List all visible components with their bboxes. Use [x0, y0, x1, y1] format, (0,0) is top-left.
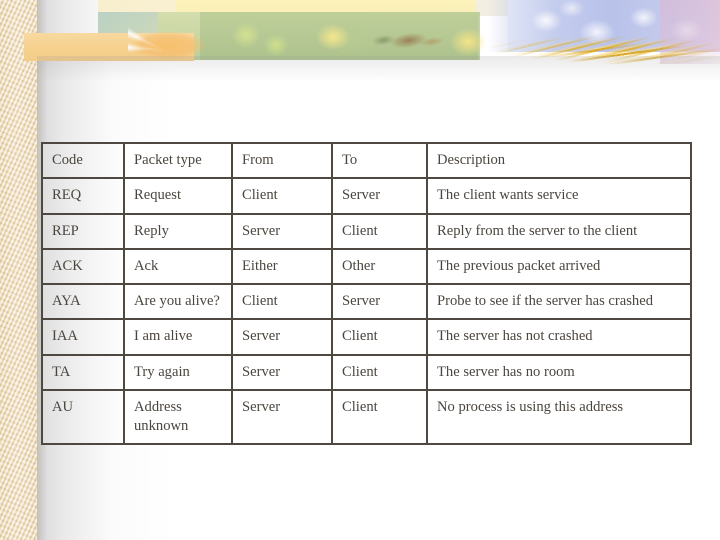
table-row: REQ Request Client Server The client wan… — [41, 177, 692, 215]
table-row: TA Try again Server Client The server ha… — [41, 353, 692, 391]
cell-from: Server — [231, 388, 333, 446]
header-cell-packet-type: Packet type — [123, 141, 233, 180]
cell-packet-type: Are you alive? — [123, 282, 233, 321]
cell-to: Other — [331, 247, 428, 286]
table-row: AYA Are you alive? Client Server Probe t… — [41, 282, 692, 321]
cell-code: IAA — [41, 318, 125, 356]
cell-description: Probe to see if the server has crashed — [426, 282, 692, 321]
cell-from: Server — [231, 353, 333, 391]
cell-to: Client — [331, 388, 428, 446]
cell-from: Either — [231, 247, 333, 286]
cell-description: The server has no room — [426, 353, 692, 391]
header-cell-from: From — [231, 141, 333, 180]
table-row: REP Reply Server Client Reply from the s… — [41, 212, 692, 250]
leaf-icon — [232, 22, 260, 48]
orange-flower-icon — [120, 30, 216, 64]
cell-packet-type: Request — [123, 177, 233, 215]
cell-code: REP — [41, 212, 125, 250]
cell-packet-type: Reply — [123, 212, 233, 250]
packet-types-table: Code Packet type From To Description REQ… — [41, 141, 692, 446]
cell-description: The server has not crashed — [426, 318, 692, 356]
header-cell-description: Description — [426, 141, 692, 180]
cell-from: Server — [231, 212, 333, 250]
cell-code: AU — [41, 388, 125, 446]
header-cell-code: Code — [41, 141, 125, 180]
cell-description: No process is using this address — [426, 388, 692, 446]
wheat-icon — [540, 42, 720, 66]
cell-from: Client — [231, 282, 333, 321]
cell-description: Reply from the server to the client — [426, 212, 692, 250]
cell-code: ACK — [41, 247, 125, 286]
decorative-header-banner — [0, 0, 720, 78]
cell-from: Server — [231, 318, 333, 356]
cell-code: REQ — [41, 177, 125, 215]
cell-packet-type: I am alive — [123, 318, 233, 356]
cell-to: Client — [331, 353, 428, 391]
table-row: AU Address unknown Server Client No proc… — [41, 388, 692, 446]
cell-to: Server — [331, 282, 428, 321]
cell-code: AYA — [41, 282, 125, 321]
header-cell-to: To — [331, 141, 428, 180]
cell-description: The previous packet arrived — [426, 247, 692, 286]
cell-to: Client — [331, 212, 428, 250]
leaf-icon — [264, 34, 288, 56]
cell-to: Server — [331, 177, 428, 215]
cell-packet-type: Address unknown — [123, 388, 233, 446]
packet-types-table-container: Code Packet type From To Description REQ… — [41, 141, 692, 446]
table-row: IAA I am alive Server Client The server … — [41, 318, 692, 356]
table-header-row: Code Packet type From To Description — [41, 141, 692, 180]
table-row: ACK Ack Either Other The previous packet… — [41, 247, 692, 286]
cell-from: Client — [231, 177, 333, 215]
cell-packet-type: Try again — [123, 353, 233, 391]
cell-packet-type: Ack — [123, 247, 233, 286]
cell-to: Client — [331, 318, 428, 356]
cell-code: TA — [41, 353, 125, 391]
left-texture-band — [0, 0, 37, 540]
yellow-petal-icon — [316, 24, 350, 50]
slide-canvas: Code Packet type From To Description REQ… — [0, 0, 720, 540]
cell-description: The client wants service — [426, 177, 692, 215]
